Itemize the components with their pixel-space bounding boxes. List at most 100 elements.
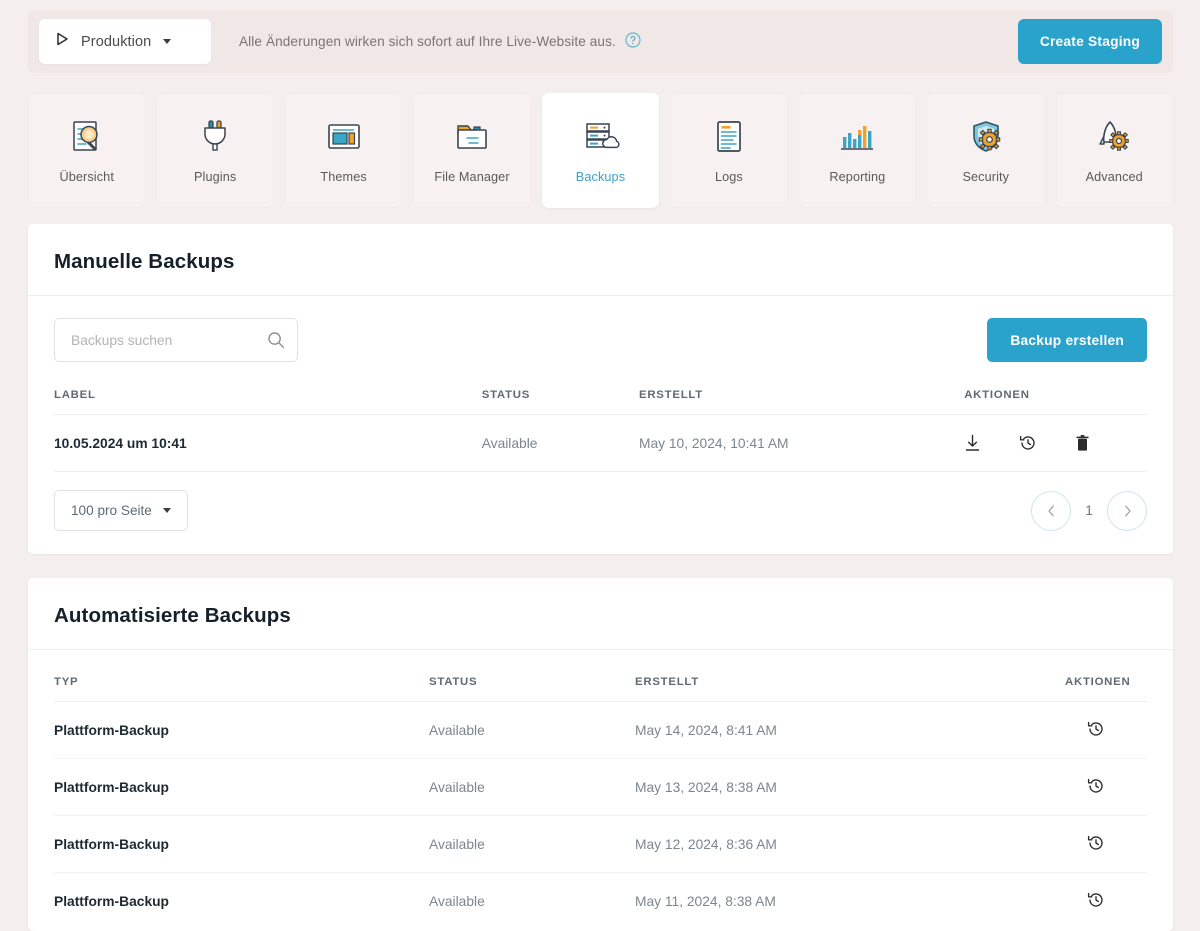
- tab-label: Themes: [320, 170, 367, 184]
- manual-backups-toolbar: Backup erstellen: [28, 296, 1173, 362]
- per-page-label: 100 pro Seite: [71, 503, 152, 518]
- cell-status: Available: [481, 435, 538, 451]
- tab-label: Security: [962, 170, 1010, 184]
- environment-selector[interactable]: Produktion: [39, 19, 211, 64]
- tab-security[interactable]: Security: [927, 93, 1045, 208]
- tab-uebersicht[interactable]: Übersicht: [28, 93, 146, 208]
- shield-gear-icon: [964, 117, 1008, 157]
- cell-type: Plattform-Backup: [54, 893, 169, 909]
- automated-backups-card: Automatisierte Backups TYP STATUS ERSTEL…: [28, 578, 1173, 931]
- folder-icon: [450, 117, 494, 157]
- automated-backups-table: TYP STATUS ERSTELLT AKTIONEN Plattform-B…: [54, 676, 1147, 930]
- column-header-label: LABEL: [54, 389, 96, 401]
- tab-label: Logs: [714, 170, 743, 184]
- tab-label: File Manager: [434, 170, 510, 184]
- cell-status: Available: [429, 779, 485, 795]
- table-row: Plattform-Backup Available May 12, 2024,…: [54, 816, 1147, 873]
- layout-window-icon: [322, 117, 366, 157]
- table-row: Plattform-Backup Available May 11, 2024,…: [54, 873, 1147, 930]
- cell-actions: [1065, 873, 1147, 930]
- column-header-status: STATUS: [429, 676, 478, 688]
- cell-created: May 13, 2024, 8:38 AM: [635, 779, 777, 795]
- cell-created: May 14, 2024, 8:41 AM: [635, 722, 777, 738]
- cell-type: Plattform-Backup: [54, 722, 169, 738]
- bar-chart-icon: [835, 117, 879, 157]
- cell-status: Available: [429, 893, 485, 909]
- document-magnifier-icon: [65, 117, 109, 157]
- manual-backups-title: Manuelle Backups: [28, 224, 1173, 296]
- cell-created: May 10, 2024, 10:41 AM: [638, 435, 789, 451]
- environment-note: Alle Änderungen wirken sich sofort auf I…: [239, 32, 641, 51]
- table-row: Plattform-Backup Available May 13, 2024,…: [54, 759, 1147, 816]
- restore-clock-icon[interactable]: [1087, 777, 1105, 795]
- section-tabs: Übersicht Plugins Themes File Manager Ba…: [28, 93, 1173, 208]
- column-header-type: TYP: [54, 676, 79, 688]
- row-actions: [964, 434, 1147, 452]
- manual-backups-card: Manuelle Backups Backup erstellen LABEL …: [28, 224, 1173, 554]
- automated-table-body: Plattform-Backup Available May 14, 2024,…: [54, 702, 1147, 930]
- column-header-status: STATUS: [481, 389, 531, 401]
- cell-created: May 12, 2024, 8:36 AM: [635, 836, 777, 852]
- download-icon[interactable]: [964, 434, 981, 452]
- column-header-actions: AKTIONEN: [964, 389, 1030, 401]
- backups-page: Produktion Alle Änderungen wirken sich s…: [0, 0, 1200, 931]
- help-circle-icon[interactable]: [625, 32, 641, 51]
- cell-status: Available: [429, 722, 485, 738]
- automated-backups-title: Automatisierte Backups: [28, 578, 1173, 650]
- per-page-selector[interactable]: 100 pro Seite: [54, 490, 188, 531]
- cell-actions: [1065, 759, 1147, 816]
- cell-status: Available: [429, 836, 485, 852]
- environment-note-text: Alle Änderungen wirken sich sofort auf I…: [239, 34, 616, 49]
- pagination-current-page: 1: [1085, 503, 1093, 518]
- pagination-prev-button[interactable]: [1031, 490, 1071, 531]
- tab-advanced[interactable]: Advanced: [1055, 93, 1173, 208]
- cell-created: May 11, 2024, 8:38 AM: [635, 893, 776, 909]
- manual-backups-table: LABEL STATUS ERSTELLT AKTIONEN 10.05.202…: [54, 389, 1147, 472]
- chevron-down-icon: [162, 508, 171, 513]
- tab-themes[interactable]: Themes: [284, 93, 403, 208]
- environment-bar: Produktion Alle Änderungen wirken sich s…: [28, 10, 1173, 73]
- search-icon[interactable]: [267, 331, 285, 354]
- create-backup-button[interactable]: Backup erstellen: [987, 318, 1147, 362]
- cell-actions: [964, 415, 1147, 472]
- column-header-actions: AKTIONEN: [1065, 676, 1131, 688]
- chevron-down-icon: [163, 39, 172, 44]
- manual-table-footer: 100 pro Seite 1: [28, 472, 1173, 531]
- tab-label: Reporting: [829, 170, 886, 184]
- automated-table-header-row: TYP STATUS ERSTELLT AKTIONEN: [54, 676, 1147, 702]
- tab-label: Advanced: [1085, 170, 1143, 184]
- rocket-gear-icon: [1092, 117, 1136, 157]
- column-header-created: ERSTELLT: [635, 676, 700, 688]
- restore-clock-icon[interactable]: [1087, 720, 1105, 738]
- plug-icon: [193, 117, 237, 157]
- cell-actions: [1065, 702, 1147, 759]
- cell-actions: [1065, 816, 1147, 873]
- tab-label: Backups: [575, 170, 626, 184]
- trash-icon[interactable]: [1075, 434, 1090, 452]
- create-staging-button[interactable]: Create Staging: [1017, 19, 1162, 64]
- table-row: Plattform-Backup Available May 14, 2024,…: [54, 702, 1147, 759]
- pagination: 1: [1031, 490, 1147, 531]
- tab-reporting[interactable]: Reporting: [798, 93, 917, 208]
- server-cloud-icon: [578, 117, 622, 157]
- tab-label: Übersicht: [59, 170, 114, 184]
- table-row: 10.05.2024 um 10:41 Available May 10, 20…: [54, 415, 1147, 472]
- column-header-created: ERSTELLT: [638, 389, 703, 401]
- tab-backups[interactable]: Backups: [541, 93, 660, 208]
- tab-logs[interactable]: Logs: [670, 93, 788, 208]
- tab-plugins[interactable]: Plugins: [156, 93, 274, 208]
- chevron-right-icon: [1124, 505, 1131, 516]
- cell-label: 10.05.2024 um 10:41: [54, 435, 187, 451]
- automated-table-head: TYP STATUS ERSTELLT AKTIONEN: [54, 676, 1147, 702]
- cell-type: Plattform-Backup: [54, 836, 169, 852]
- tab-label: Plugins: [194, 170, 237, 184]
- chevron-left-icon: [1047, 505, 1054, 516]
- pagination-next-button[interactable]: [1107, 490, 1147, 531]
- search-input[interactable]: [54, 318, 298, 362]
- tab-file-manager[interactable]: File Manager: [413, 93, 531, 208]
- manual-table-header-row: LABEL STATUS ERSTELLT AKTIONEN: [54, 389, 1147, 415]
- restore-clock-icon[interactable]: [1087, 834, 1105, 852]
- restore-clock-icon[interactable]: [1019, 434, 1037, 452]
- restore-clock-icon[interactable]: [1087, 891, 1105, 909]
- document-lines-icon: [707, 117, 751, 157]
